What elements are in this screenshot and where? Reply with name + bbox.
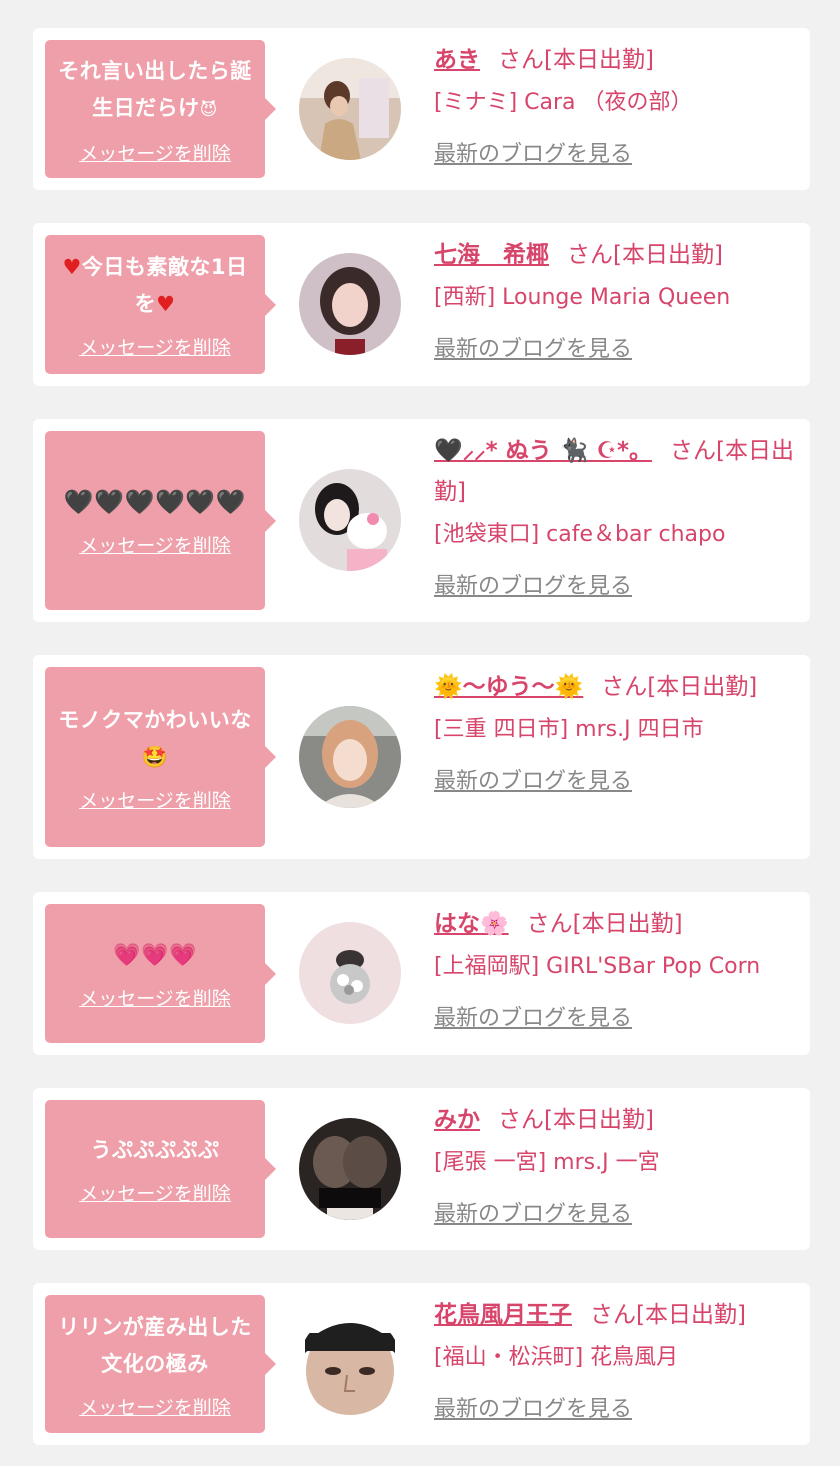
- message-card: ♥今日も素敵な1日を♥ メッセージを削除 七海 希椰 さん[本日出勤] [西新] …: [33, 223, 810, 386]
- delete-message-link[interactable]: メッセージを削除: [79, 1179, 231, 1206]
- message-bubble: それ言い出したら誕生日だらけ😈 メッセージを削除: [45, 40, 276, 178]
- red-heart-icon: ♥: [156, 292, 176, 316]
- message-text: モノクマかわいいな🤩: [58, 707, 252, 769]
- delete-message-link[interactable]: メッセージを削除: [79, 531, 231, 558]
- shop-name: GIRL'SBar Pop Corn: [546, 954, 761, 979]
- sender-name-link[interactable]: 🌞〜ゆう〜🌞: [434, 674, 583, 700]
- devil-emoji-icon: 😈: [199, 99, 218, 120]
- message-bubble: 💗💗💗 メッセージを削除: [45, 904, 276, 1043]
- message-info: 🖤‪‪⸝⸝* ぬう 🐈‍⬛ ☪︎*。 さん[本日出勤] [池袋東口] cafe＆b…: [434, 431, 796, 600]
- shop-name: Cara （夜の部）: [524, 90, 693, 115]
- delete-message-link[interactable]: メッセージを削除: [79, 333, 231, 360]
- avatar[interactable]: [299, 1118, 401, 1220]
- shop-area: [ミナミ]: [434, 90, 518, 115]
- latest-blog-link[interactable]: 最新のブログを見る: [434, 136, 632, 168]
- message-bubble: モノクマかわいいな🤩 メッセージを削除: [45, 667, 276, 847]
- sender-name-link[interactable]: 花鳥風月王子: [434, 1302, 572, 1328]
- avatar[interactable]: [299, 253, 401, 355]
- latest-blog-link[interactable]: 最新のブログを見る: [434, 1000, 632, 1032]
- shop-area: [西新]: [434, 285, 496, 310]
- message-info: 七海 希椰 さん[本日出勤] [西新] Lounge Maria Queen 最新…: [434, 235, 796, 363]
- message-card: 💗💗💗 メッセージを削除 はな🌸 さん[本日出勤] [上福岡駅] GIRL'SBa…: [33, 892, 810, 1055]
- shop-name: Lounge Maria Queen: [502, 285, 731, 310]
- avatar[interactable]: [299, 922, 401, 1024]
- shop-area: [尾張 一宮]: [434, 1150, 547, 1175]
- sender-name-link[interactable]: みか: [434, 1107, 480, 1133]
- message-text: それ言い出したら誕生日だらけ😈: [58, 58, 252, 120]
- shop-area: [上福岡駅]: [434, 954, 540, 979]
- message-text: ♥今日も素敵な1日を♥: [62, 255, 248, 316]
- honorific-status: さん[本日出勤]: [590, 1302, 746, 1328]
- message-text: うぷぷぷぷぷ: [90, 1138, 220, 1162]
- shop-area: [福山・松浜町]: [434, 1345, 584, 1370]
- sender-name-link[interactable]: 七海 希椰: [434, 242, 549, 268]
- message-card: 🖤🖤🖤🖤🖤🖤 メッセージを削除 🖤‪‪⸝⸝* ぬう 🐈‍⬛ ☪︎*。 さん[本日出…: [33, 419, 810, 622]
- message-text: 💗💗💗: [113, 942, 197, 968]
- message-list: それ言い出したら誕生日だらけ😈 メッセージを削除 あき さん[本日出勤] [ミナミ…: [0, 0, 840, 1466]
- message-bubble: うぷぷぷぷぷ メッセージを削除: [45, 1100, 276, 1238]
- honorific-status: さん[本日出勤]: [567, 242, 723, 268]
- avatar[interactable]: [299, 469, 401, 571]
- shop-name: 花鳥風月: [590, 1345, 679, 1370]
- latest-blog-link[interactable]: 最新のブログを見る: [434, 1196, 632, 1228]
- message-card: リリンが産み出した文化の極み メッセージを削除 花鳥風月王子 さん[本日出勤] […: [33, 1283, 810, 1445]
- delete-message-link[interactable]: メッセージを削除: [79, 984, 231, 1011]
- sender-name-link[interactable]: 🖤‪‪⸝⸝* ぬう 🐈‍⬛ ☪︎*。: [434, 438, 652, 464]
- shop-name: mrs.J 四日市: [575, 717, 704, 742]
- sender-name-link[interactable]: あき: [434, 47, 480, 73]
- message-bubble: リリンが産み出した文化の極み メッセージを削除: [45, 1295, 276, 1433]
- shop-name: cafe＆bar chapo: [546, 522, 726, 547]
- star-eyes-emoji-icon: 🤩: [141, 744, 169, 769]
- shop-area: [三重 四日市]: [434, 717, 569, 742]
- latest-blog-link[interactable]: 最新のブログを見る: [434, 331, 632, 363]
- message-card: モノクマかわいいな🤩 メッセージを削除 🌞〜ゆう〜🌞 さん[本日出勤] [三重 四…: [33, 655, 810, 859]
- message-info: はな🌸 さん[本日出勤] [上福岡駅] GIRL'SBar Pop Corn 最新…: [434, 904, 796, 1032]
- message-info: 花鳥風月王子 さん[本日出勤] [福山・松浜町] 花鳥風月 最新のブログを見る: [434, 1295, 796, 1423]
- latest-blog-link[interactable]: 最新のブログを見る: [434, 763, 632, 795]
- message-info: 🌞〜ゆう〜🌞 さん[本日出勤] [三重 四日市] mrs.J 四日市 最新のブログ…: [434, 667, 796, 795]
- shop-area: [池袋東口]: [434, 522, 540, 547]
- message-info: あき さん[本日出勤] [ミナミ] Cara （夜の部） 最新のブログを見る: [434, 40, 796, 168]
- flower-icon: 🌸: [480, 911, 509, 937]
- shop-name: mrs.J 一宮: [553, 1150, 660, 1175]
- message-text: 🖤🖤🖤🖤🖤🖤: [63, 487, 247, 516]
- avatar[interactable]: [299, 58, 401, 160]
- latest-blog-link[interactable]: 最新のブログを見る: [434, 1391, 632, 1423]
- message-card: うぷぷぷぷぷ メッセージを削除 みか さん[本日出勤] [尾張 一宮] mrs.J…: [33, 1088, 810, 1250]
- delete-message-link[interactable]: メッセージを削除: [79, 786, 231, 813]
- message-info: みか さん[本日出勤] [尾張 一宮] mrs.J 一宮 最新のブログを見る: [434, 1100, 796, 1228]
- message-bubble: 🖤🖤🖤🖤🖤🖤 メッセージを削除: [45, 431, 276, 610]
- delete-message-link[interactable]: メッセージを削除: [79, 1393, 231, 1420]
- message-card: それ言い出したら誕生日だらけ😈 メッセージを削除 あき さん[本日出勤] [ミナミ…: [33, 28, 810, 190]
- delete-message-link[interactable]: メッセージを削除: [79, 139, 231, 166]
- avatar[interactable]: [299, 1313, 401, 1415]
- honorific-status: さん[本日出勤]: [498, 47, 654, 73]
- avatar[interactable]: [299, 706, 401, 808]
- message-bubble: ♥今日も素敵な1日を♥ メッセージを削除: [45, 235, 276, 374]
- honorific-status: さん[本日出勤]: [601, 674, 758, 700]
- sender-name-link[interactable]: はな🌸: [434, 911, 509, 937]
- red-heart-icon: ♥: [62, 255, 82, 279]
- message-text: リリンが産み出した文化の極み: [58, 1314, 252, 1376]
- honorific-status: さん[本日出勤]: [498, 1107, 654, 1133]
- latest-blog-link[interactable]: 最新のブログを見る: [434, 568, 632, 600]
- honorific-status: さん[本日出勤]: [526, 911, 683, 937]
